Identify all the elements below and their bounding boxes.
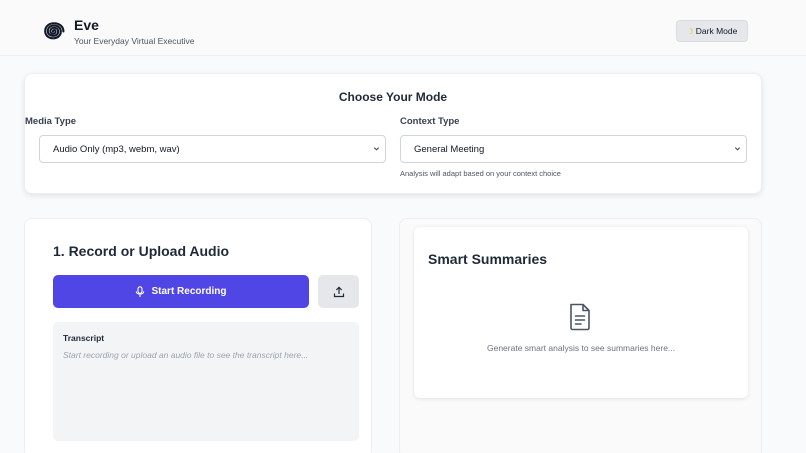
context-hint: Analysis will adapt based on your contex…	[400, 169, 561, 178]
media-type-select[interactable]: Audio Only (mp3, webm, wav)	[39, 135, 386, 163]
context-type-label: Context Type	[400, 116, 460, 127]
microphone-icon	[136, 285, 145, 297]
summaries-panel: Smart Summaries Generate smart analysis …	[399, 218, 762, 453]
transcript-placeholder: Start recording or upload an audio file …	[63, 350, 309, 360]
context-type-select[interactable]: General Meeting	[400, 135, 747, 163]
dark-mode-button[interactable]: ☽ Dark Mode	[676, 20, 748, 42]
transcript-box[interactable]: Transcript Start recording or upload an …	[53, 322, 359, 441]
media-type-value: Audio Only (mp3, webm, wav)	[53, 143, 180, 155]
chevron-down-icon	[734, 147, 741, 151]
app-header: Eve Your Everyday Virtual Executive ☽ Da…	[0, 0, 806, 56]
record-panel: 1. Record or Upload Audio Start Recordin…	[24, 218, 372, 453]
mode-selection-card: Choose Your Mode Media Type Audio Only (…	[24, 73, 762, 194]
dark-mode-label: Dark Mode	[695, 26, 738, 36]
upload-icon	[333, 285, 344, 297]
media-type-label: Media Type	[25, 116, 77, 127]
record-section-title: 1. Record or Upload Audio	[53, 243, 230, 259]
spiral-logo-icon	[44, 22, 65, 40]
summaries-placeholder: Generate smart analysis to see summaries…	[486, 343, 676, 353]
chevron-down-icon	[373, 147, 380, 151]
summaries-title: Smart Summaries	[428, 251, 548, 267]
start-recording-button[interactable]: Start Recording	[53, 275, 309, 308]
summaries-card: Smart Summaries Generate smart analysis …	[414, 227, 748, 398]
document-icon	[570, 303, 590, 331]
moon-icon: ☽	[686, 26, 694, 36]
context-type-value: General Meeting	[414, 143, 485, 155]
mode-title: Choose Your Mode	[338, 90, 448, 104]
transcript-label: Transcript	[63, 333, 105, 343]
start-recording-label: Start Recording	[151, 286, 227, 297]
app-name: Eve	[74, 17, 99, 33]
upload-audio-button[interactable]	[318, 275, 359, 308]
app-tagline: Your Everyday Virtual Executive	[74, 36, 195, 46]
